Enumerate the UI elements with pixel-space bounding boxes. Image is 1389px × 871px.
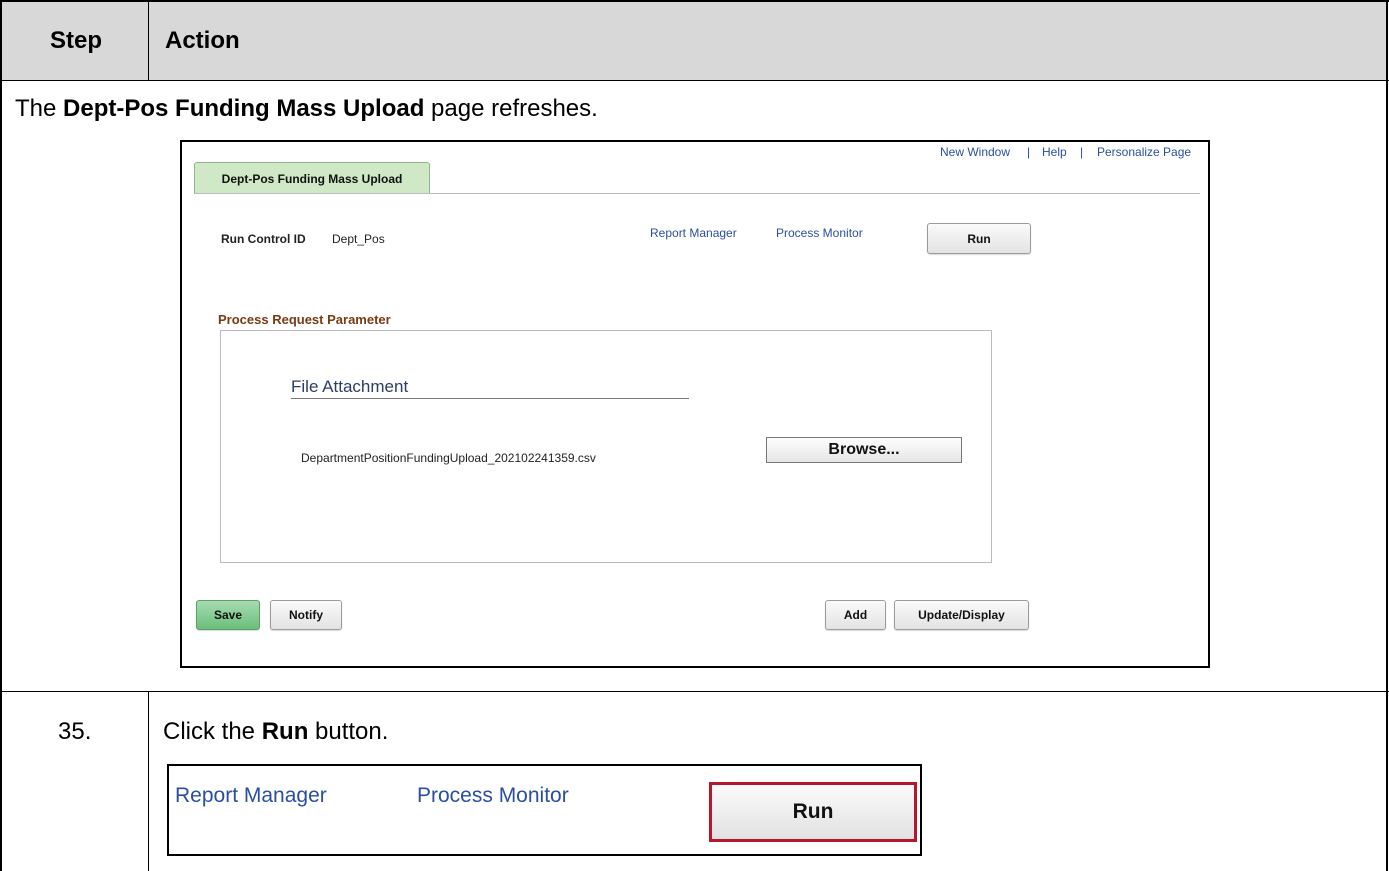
step-column-divider — [148, 691, 149, 871]
notify-button[interactable]: Notify — [270, 600, 342, 630]
tab-underline — [194, 193, 1200, 194]
file-attachment-underline — [291, 398, 689, 399]
instruction-text: Click the Run button. — [163, 718, 389, 745]
help-link[interactable]: Help — [1042, 145, 1067, 159]
report-manager-link[interactable]: Report Manager — [650, 226, 737, 240]
run-control-id-value: Dept_Pos — [332, 232, 385, 246]
table-border-left — [0, 0, 2, 871]
zoom-screenshot: Report Manager Process Monitor Run — [167, 764, 922, 856]
table-border-right — [1386, 0, 1388, 871]
run-button[interactable]: Run — [927, 223, 1031, 254]
table-border-top — [0, 0, 1389, 2]
header-divider — [0, 80, 1389, 81]
process-monitor-link[interactable]: Process Monitor — [776, 226, 863, 240]
update-display-button[interactable]: Update/Display — [894, 600, 1029, 630]
save-button[interactable]: Save — [196, 600, 260, 630]
link-separator: | — [1080, 145, 1084, 159]
process-request-group: File Attachment DepartmentPositionFundin… — [220, 330, 992, 563]
page-screenshot: New Window | Help | Personalize Page Dep… — [180, 140, 1210, 668]
header-column-divider — [148, 0, 149, 81]
personalize-page-link[interactable]: Personalize Page — [1097, 145, 1191, 159]
run-control-id-label: Run Control ID — [221, 232, 306, 246]
browse-button[interactable]: Browse... — [766, 437, 962, 463]
intro-page-name: Dept-Pos Funding Mass Upload — [63, 95, 425, 122]
attached-file-name: DepartmentPositionFundingUpload_20210224… — [301, 451, 596, 465]
zoom-process-monitor-link[interactable]: Process Monitor — [417, 784, 569, 808]
add-button[interactable]: Add — [825, 600, 886, 630]
new-window-link[interactable]: New Window — [940, 145, 1010, 159]
header-step: Step — [50, 27, 103, 54]
intro-text: The Dept-Pos Funding Mass Upload page re… — [15, 95, 598, 122]
tab-dept-pos-funding[interactable]: Dept-Pos Funding Mass Upload — [194, 162, 430, 194]
step-number: 35. — [58, 718, 92, 745]
instruction-button-name: Run — [261, 718, 309, 745]
zoom-run-button[interactable]: Run — [709, 782, 917, 842]
zoom-report-manager-link[interactable]: Report Manager — [175, 784, 327, 808]
link-separator: | — [1027, 145, 1031, 159]
section-title: Process Request Parameter — [218, 312, 391, 327]
row-divider — [0, 691, 1389, 692]
header-action: Action — [165, 27, 240, 54]
file-attachment-title: File Attachment — [291, 377, 409, 396]
